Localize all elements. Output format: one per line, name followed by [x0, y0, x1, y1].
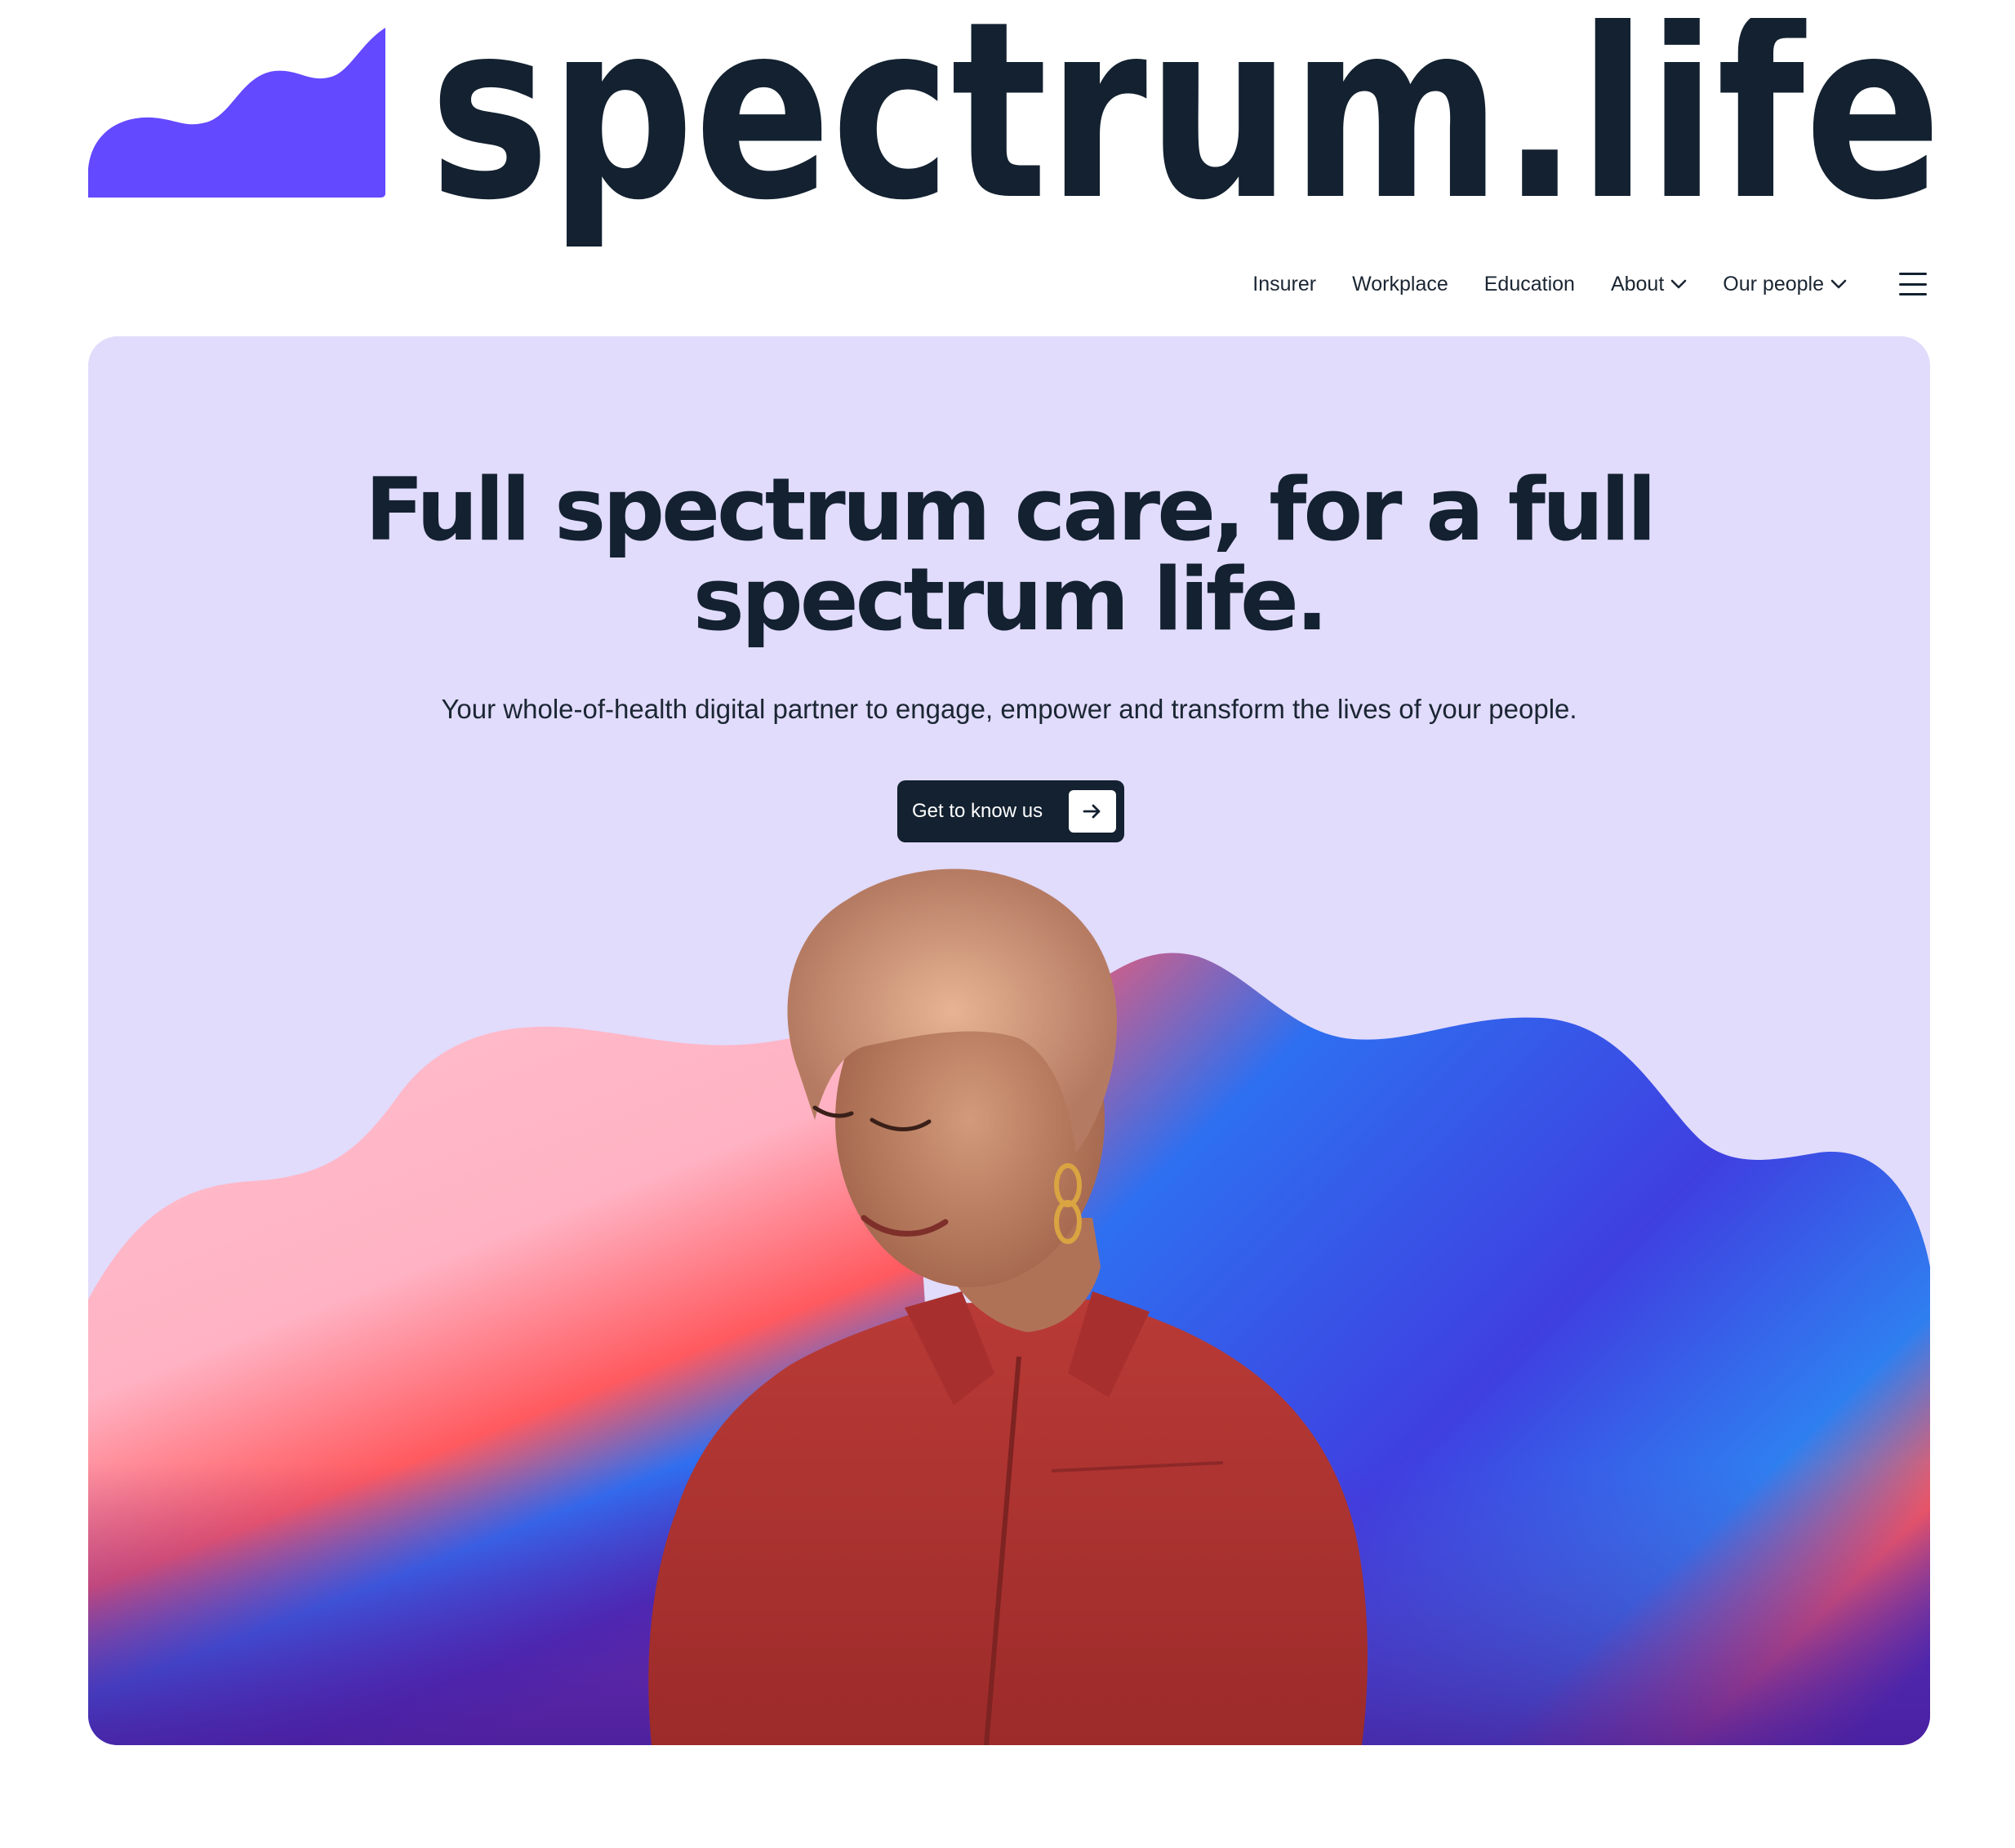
chevron-down-icon	[1830, 279, 1847, 289]
logo-wordmark: spectrum.life	[429, 18, 1942, 247]
get-to-know-us-button[interactable]: Get to know us	[897, 780, 1124, 842]
nav-item-label: About	[1610, 272, 1665, 295]
nav-item-label: Insurer	[1252, 272, 1317, 295]
nav-item-label: Education	[1483, 272, 1575, 295]
chevron-down-icon	[1670, 279, 1687, 289]
nav-item-label: Our people	[1723, 272, 1824, 295]
nav-item-label: Workplace	[1352, 272, 1448, 295]
svg-text:spectrum.life: spectrum.life	[429, 18, 1942, 247]
cta-label: Get to know us	[912, 800, 1043, 822]
nav-item-insurer[interactable]: Insurer	[1252, 273, 1316, 296]
logo-wave-icon	[88, 28, 385, 198]
site-logo[interactable]: spectrum.life	[88, 18, 1942, 247]
hero-heading-line-2: spectrum life.	[692, 549, 1328, 650]
nav-item-our-people[interactable]: Our people	[1723, 273, 1847, 296]
arrow-right-icon	[1069, 790, 1116, 833]
nav-item-workplace[interactable]: Workplace	[1352, 273, 1448, 296]
hero-section: Full spectrum care, for a full spectrum …	[88, 336, 1930, 1745]
hero-heading-line-1: Full spectrum care, for a full	[364, 460, 1657, 560]
hero-heading: Full spectrum care, for a full spectrum …	[88, 465, 1930, 645]
hamburger-menu-icon[interactable]	[1899, 273, 1927, 295]
hero-subtitle: Your whole-of-health digital partner to …	[441, 694, 1577, 724]
nav-item-about[interactable]: About	[1611, 273, 1687, 296]
nav-item-education[interactable]: Education	[1484, 273, 1575, 296]
main-nav: Insurer Workplace Education About Our pe…	[1217, 266, 1927, 302]
